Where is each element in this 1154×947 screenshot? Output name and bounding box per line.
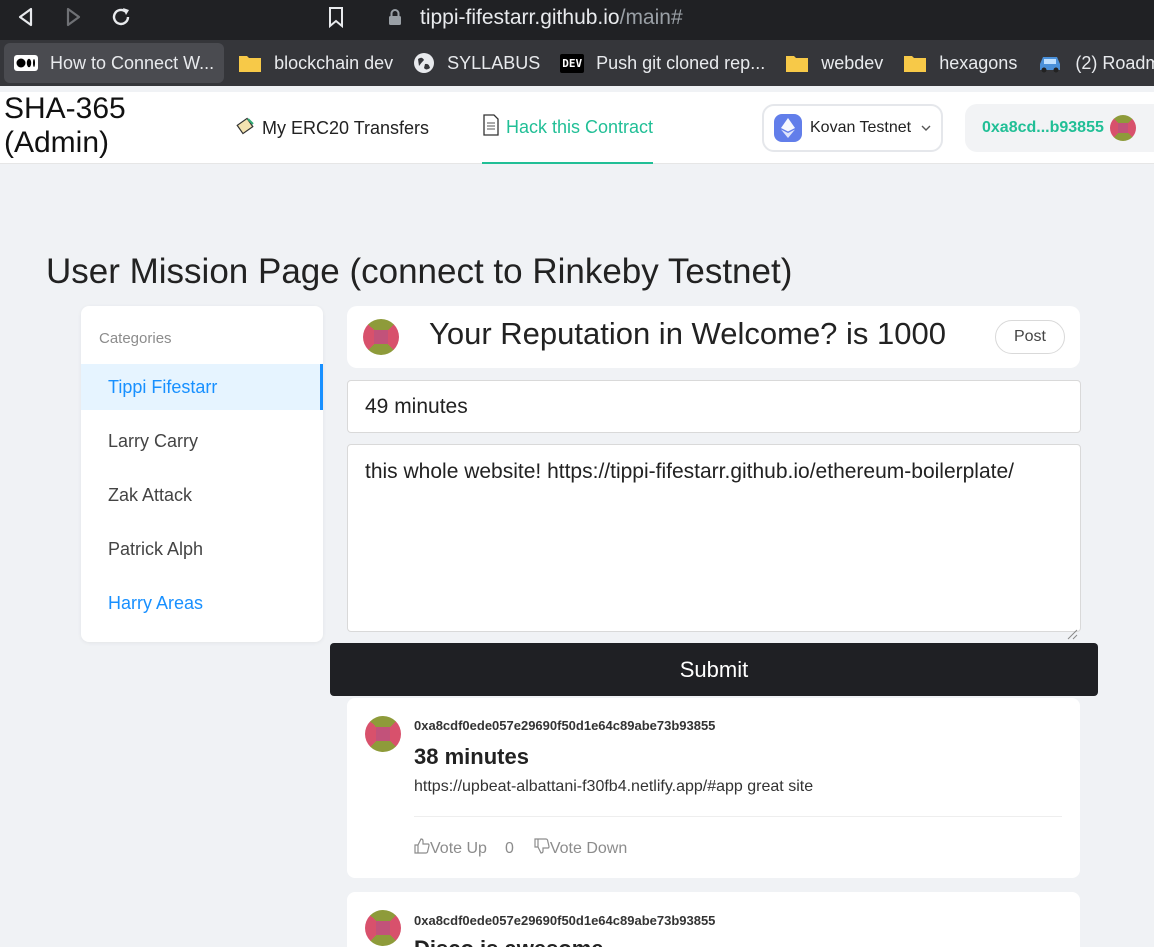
avatar [1109,115,1136,141]
menu-item-erc20-transfers[interactable]: My ERC20 Transfers [236,92,429,164]
post-title-value: 49 minutes [365,394,468,418]
post-body-textarea[interactable]: this whole website! https://tippi-fifest… [347,444,1081,640]
forward-icon[interactable] [61,5,85,29]
category-item-harry[interactable]: Harry Areas [81,580,323,626]
category-label: Patrick Alph [108,538,204,559]
reputation-card: Your Reputation in Welcome? is 1000 Post [347,306,1080,368]
url-path: /main# [619,6,683,29]
bookmark-label: hexagons [939,52,1018,73]
avatar [363,319,399,355]
folder-icon [785,53,809,73]
vote-up-button[interactable]: Vote Up [414,838,487,859]
thumbs-up-icon [414,838,430,859]
category-label: Larry Carry [108,430,199,451]
category-item-patrick[interactable]: Patrick Alph [81,526,323,572]
category-label: Tippi Fifestarr [108,376,218,397]
lock-icon [388,8,402,31]
dev-icon: DEV [560,53,585,73]
account-address: 0xa8cd...b93855 [982,119,1104,136]
reload-icon[interactable] [109,5,133,29]
divider [414,816,1062,817]
brand-title: SHA-365 (Admin) [4,92,126,159]
post-author-address: 0xa8cdf0ede057e29690f50d1e64c89abe73b938… [414,718,716,733]
globe-icon [413,52,435,74]
submit-button[interactable]: Submit [330,643,1098,696]
post-title: Disco is awesome [414,936,604,947]
vote-up-label: Vote Up [430,839,487,857]
bookmark-item[interactable]: How to Connect W... [4,43,225,83]
folder-icon [238,53,262,73]
chain-selector[interactable]: Kovan Testnet [762,104,943,152]
medium-icon [14,55,38,71]
category-label: Zak Attack [108,484,193,505]
vote-down-label: Vote Down [549,839,628,857]
bookmark-item[interactable]: blockchain dev [228,43,403,83]
category-item-zak[interactable]: Zak Attack [81,472,323,518]
bookmark-label: SYLLABUS [447,52,541,73]
pencil-scroll-icon [236,116,256,141]
bookmark-label: (2) Roadm [1075,52,1154,73]
bookmark-item[interactable]: webdev [775,43,893,83]
post-actions: Vote Up 0 Vote Down [414,838,627,859]
folder-icon [903,53,927,73]
post-body: https://upbeat-albattani-f30fb4.netlify.… [414,778,814,795]
menu-label: Hack this Contract [506,116,654,137]
app-header: SHA-365 (Admin) My ERC20 Transfers Hack … [0,92,1154,164]
resize-handle-icon[interactable] [1066,617,1078,640]
vote-down-button[interactable]: Vote Down [534,838,627,859]
chevron-down-icon [921,119,931,137]
bookmark-item[interactable]: (2) Roadm [1027,43,1154,83]
categories-heading: Categories [99,330,172,347]
bookmarks-bar: How to Connect W... blockchain dev SYLLA… [0,40,1154,86]
url-host: tippi-fifestarr.github.io [420,6,620,29]
back-icon[interactable] [14,5,38,29]
post-title-input[interactable]: 49 minutes [347,380,1081,433]
bookmark-item[interactable]: SYLLABUS [403,43,550,83]
page-title: User Mission Page (connect to Rinkeby Te… [46,252,793,291]
category-label: Harry Areas [108,592,204,613]
bookmark-item[interactable]: DEV Push git cloned rep... [550,43,775,83]
bookmark-label: Push git cloned rep... [596,52,766,73]
avatar [365,716,401,752]
reputation-text: Your Reputation in Welcome? is 1000 [429,316,946,351]
category-item-larry[interactable]: Larry Carry [81,418,323,464]
ethereum-icon [774,114,802,142]
post-card: 0xa8cdf0ede057e29690f50d1e64c89abe73b938… [347,698,1080,878]
post-button[interactable]: Post [995,320,1065,354]
dev-icon-text: DEV [560,53,585,73]
bookmark-label: webdev [821,52,884,73]
url-text: tippi-fifestarr.github.io/main# [420,6,683,30]
category-item-tippi[interactable]: Tippi Fifestarr [81,364,323,410]
post-card: 0xa8cdf0ede057e29690f50d1e64c89abe73b938… [347,892,1080,947]
bookmark-item[interactable]: hexagons [893,43,1027,83]
account-button[interactable]: 0xa8cd...b93855 [965,104,1154,152]
page-icon [482,113,500,141]
chain-name: Kovan Testnet [810,119,912,136]
bookmark-label: blockchain dev [274,52,394,73]
menu-item-hack-contract[interactable]: Hack this Contract [482,92,654,164]
bookmark-label: How to Connect W... [50,52,215,73]
avatar [365,910,401,946]
car-icon [1037,53,1063,73]
bookmark-star-icon[interactable] [324,5,348,29]
vote-count: 0 [504,839,514,857]
categories-menu: Categories Tippi Fifestarr Larry Carry Z… [81,306,323,642]
address-bar[interactable]: tippi-fifestarr.github.io/main# [370,0,1154,36]
post-author-address: 0xa8cdf0ede057e29690f50d1e64c89abe73b938… [414,913,716,928]
thumbs-down-icon [534,838,550,859]
menu-label: My ERC20 Transfers [262,117,430,138]
post-body-value: this whole website! https://tippi-fifest… [365,460,1015,483]
post-title: 38 minutes [414,744,529,769]
browser-toolbar: tippi-fifestarr.github.io/main# [0,0,1154,40]
